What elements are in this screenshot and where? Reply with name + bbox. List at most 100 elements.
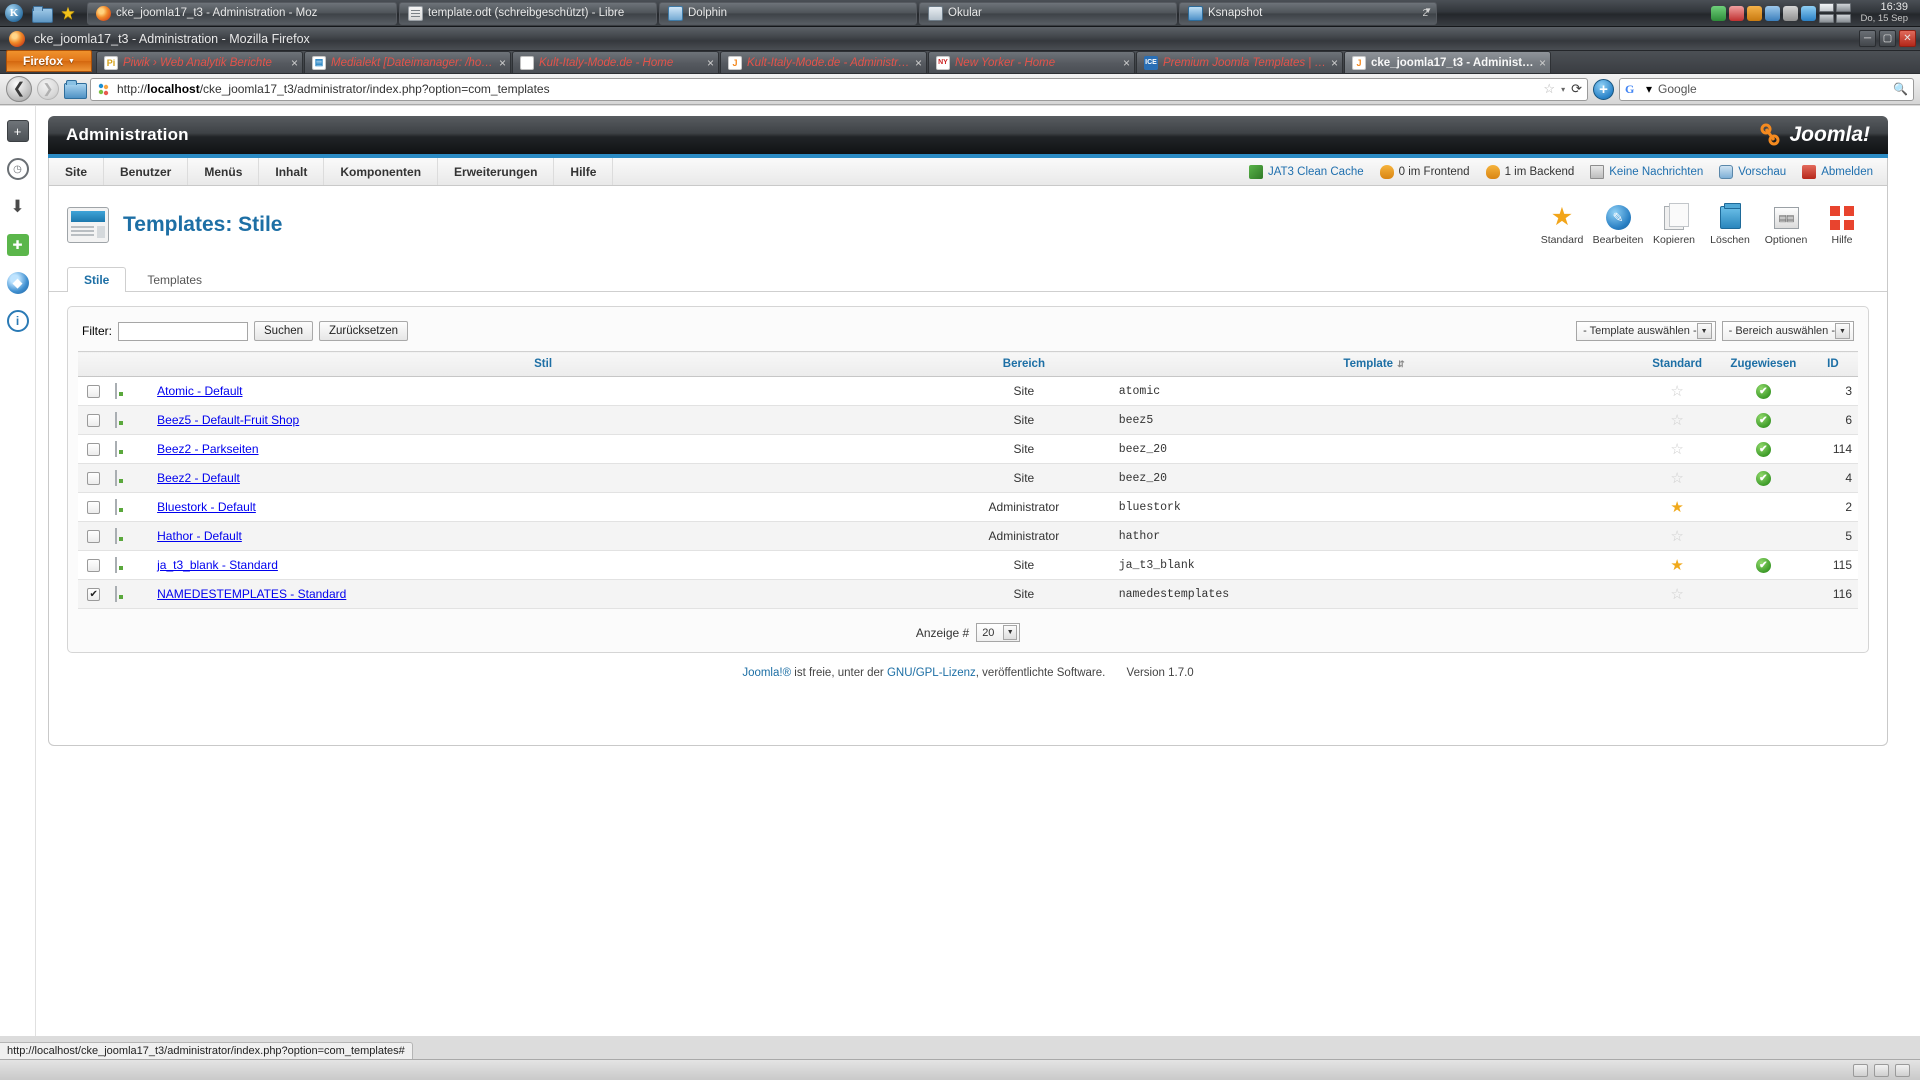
- row-checkbox[interactable]: [87, 472, 101, 486]
- browser-tab-kult-italy-home[interactable]: Kult-Italy-Mode.de - Home ×: [512, 51, 719, 73]
- column-header-template[interactable]: Template ⇵: [1112, 351, 1636, 377]
- taskbar-item-okular[interactable]: Okular: [919, 1, 1177, 25]
- browser-tab-medialekt[interactable]: ▤ Medialekt [Dateimanager: /hom... ×: [304, 51, 511, 73]
- status-item-label[interactable]: JAT3 Clean Cache: [1268, 166, 1364, 178]
- row-checkbox[interactable]: [87, 559, 101, 573]
- bookmarks-folder-icon[interactable]: [64, 80, 87, 99]
- search-bar[interactable]: G ▾ Google 🔍: [1619, 77, 1914, 101]
- tab-stile[interactable]: Stile: [67, 267, 127, 292]
- chevron-down-icon[interactable]: ▼: [1835, 323, 1850, 339]
- column-header-style[interactable]: Stil: [151, 351, 936, 377]
- style-link[interactable]: Bluestork - Default: [157, 500, 256, 514]
- toolbar-button-standard[interactable]: ★ Standard: [1535, 200, 1589, 250]
- column-header-assigned[interactable]: Zugewiesen: [1718, 351, 1808, 377]
- search-input[interactable]: [118, 321, 248, 341]
- row-checkbox[interactable]: ✔: [87, 588, 101, 602]
- table-row[interactable]: Bluestork - Default Administrator bluestor…: [78, 492, 1858, 522]
- style-link[interactable]: Beez5 - Default-Fruit Shop: [157, 413, 299, 427]
- browser-tab-piwik[interactable]: Pi Piwik › Web Analytik Berichte ×: [96, 51, 303, 73]
- menu-item-menus[interactable]: Menüs: [188, 158, 260, 185]
- browser-tab-kult-italy-admin[interactable]: J Kult-Italy-Mode.de - Administrat... ×: [720, 51, 927, 73]
- quicklaunch-folder-button[interactable]: [28, 1, 54, 25]
- star-outline-icon[interactable]: ☆: [1670, 528, 1683, 545]
- taskbar-item-ksnapshot[interactable]: Ksnapshot 2 ▼: [1179, 1, 1437, 25]
- table-row[interactable]: ja_t3_blank - Standard Site ja_t3_blank ★ ✔ 1…: [78, 550, 1858, 580]
- template-select[interactable]: - Template auswählen - ▼: [1576, 321, 1716, 341]
- star-icon[interactable]: ☆: [1543, 81, 1555, 97]
- status-item-label[interactable]: Abmelden: [1821, 166, 1873, 178]
- row-checkbox[interactable]: [87, 443, 101, 457]
- add-icon[interactable]: +: [1593, 78, 1614, 100]
- star-outline-icon[interactable]: ☆: [1670, 441, 1683, 458]
- style-link[interactable]: NAMEDESTEMPLATES - Standard: [157, 587, 346, 601]
- close-button[interactable]: ✕: [1899, 30, 1916, 47]
- taskbar-item-libreoffice[interactable]: template.odt (schreibgeschützt) - Libre: [399, 1, 657, 25]
- firefox-app-menu-button[interactable]: Firefox ▼: [6, 50, 92, 72]
- status-item-messages[interactable]: Keine Nachrichten: [1590, 164, 1703, 179]
- footer-license-link[interactable]: GNU/GPL-Lizenz: [887, 667, 976, 679]
- row-checkbox[interactable]: [87, 414, 101, 428]
- star-filled-icon[interactable]: ★: [1670, 557, 1683, 574]
- browser-tab-cke-joomla17-admin[interactable]: J cke_joomla17_t3 - Administrat... ×: [1344, 51, 1551, 73]
- style-link[interactable]: Beez2 - Parkseiten: [157, 442, 258, 456]
- toolbar-button-kopieren[interactable]: Kopieren: [1647, 200, 1701, 250]
- tray-icon-clipboard[interactable]: [1783, 5, 1799, 21]
- style-link[interactable]: Atomic - Default: [157, 384, 242, 398]
- close-icon[interactable]: ×: [291, 56, 298, 70]
- table-row[interactable]: ✔ NAMEDESTEMPLATES - Standard Site namedest…: [78, 579, 1858, 609]
- close-icon[interactable]: ×: [1123, 56, 1130, 70]
- status-item-label[interactable]: Vorschau: [1738, 166, 1786, 178]
- star-outline-icon[interactable]: ☆: [1670, 383, 1683, 400]
- close-icon[interactable]: ×: [499, 56, 506, 70]
- search-icon[interactable]: 🔍: [1893, 82, 1908, 96]
- kmenu-launcher-button[interactable]: K: [1, 1, 27, 25]
- star-outline-icon[interactable]: ☆: [1670, 586, 1683, 603]
- tray-icon-updates[interactable]: [1747, 5, 1763, 21]
- status-item-preview[interactable]: Vorschau: [1719, 164, 1786, 179]
- row-checkbox[interactable]: [87, 530, 101, 544]
- taskbar-item-firefox[interactable]: cke_joomla17_t3 - Administration - Moz: [87, 1, 397, 25]
- table-row[interactable]: Hathor - Default Administrator hathor ☆ 5: [78, 521, 1858, 551]
- close-icon[interactable]: ×: [1331, 56, 1338, 70]
- toolbar-button-optionen[interactable]: ▤▤ Optionen: [1759, 200, 1813, 250]
- tray-icon-volume[interactable]: [1801, 5, 1817, 21]
- close-icon[interactable]: ×: [915, 56, 922, 70]
- table-row[interactable]: Beez2 - Default Site beez_20 ☆ ✔ 4: [78, 463, 1858, 493]
- star-outline-icon[interactable]: ☆: [1670, 470, 1683, 487]
- pager-desktop-2[interactable]: [1836, 3, 1852, 12]
- download-arrow-icon[interactable]: ⬇: [7, 196, 29, 218]
- table-row[interactable]: Beez2 - Parkseiten Site beez_20 ☆ ✔ 114: [78, 434, 1858, 464]
- status-item-logout[interactable]: Abmelden: [1802, 164, 1873, 179]
- column-header-area[interactable]: Bereich: [935, 351, 1113, 377]
- forward-arrow-icon[interactable]: ❯: [37, 78, 59, 100]
- tray-icon-notification[interactable]: [1729, 5, 1745, 21]
- area-select[interactable]: - Bereich auswählen - ▼: [1721, 321, 1854, 341]
- toolbar-button-loeschen[interactable]: Löschen: [1703, 200, 1757, 250]
- search-input[interactable]: Google: [1658, 82, 1887, 96]
- menu-item-hilfe[interactable]: Hilfe: [554, 158, 614, 185]
- quicklaunch-favorites-button[interactable]: ★: [55, 1, 81, 25]
- info-icon[interactable]: i: [6, 310, 29, 332]
- style-link[interactable]: Hathor - Default: [157, 529, 242, 543]
- browser-tab-new-yorker[interactable]: NY New Yorker - Home ×: [928, 51, 1135, 73]
- footer-brand-link[interactable]: Joomla!®: [742, 667, 791, 679]
- reload-icon[interactable]: ⟳: [1571, 81, 1582, 97]
- address-bar[interactable]: http://localhost/cke_joomla17_t3/adminis…: [90, 77, 1588, 101]
- browser-tab-premium-joomla-templates[interactable]: ICE Premium Joomla Templates | Joo... ×: [1136, 51, 1343, 73]
- pager-desktop-1[interactable]: [1819, 3, 1835, 12]
- star-filled-icon[interactable]: ★: [1670, 499, 1683, 516]
- menu-item-komponenten[interactable]: Komponenten: [324, 158, 439, 185]
- style-link[interactable]: ja_t3_blank - Standard: [157, 558, 278, 572]
- chevron-down-icon[interactable]: ▾: [1646, 82, 1652, 96]
- status-item-label[interactable]: Keine Nachrichten: [1609, 166, 1703, 178]
- taskbar-clock[interactable]: 16:39 Do, 15 Sep: [1854, 2, 1914, 25]
- reset-button[interactable]: Zurücksetzen: [319, 321, 409, 341]
- list-limit-select[interactable]: 20 ▼: [976, 623, 1021, 642]
- menu-item-erweiterungen[interactable]: Erweiterungen: [438, 158, 555, 185]
- chevron-down-icon[interactable]: ▼: [1003, 625, 1018, 640]
- pager-desktop-3[interactable]: [1819, 14, 1835, 23]
- history-clock-icon[interactable]: ◷: [6, 158, 29, 180]
- menu-item-benutzer[interactable]: Benutzer: [104, 158, 189, 185]
- tray-icon-network[interactable]: [1711, 5, 1727, 21]
- menu-item-inhalt[interactable]: Inhalt: [259, 158, 325, 185]
